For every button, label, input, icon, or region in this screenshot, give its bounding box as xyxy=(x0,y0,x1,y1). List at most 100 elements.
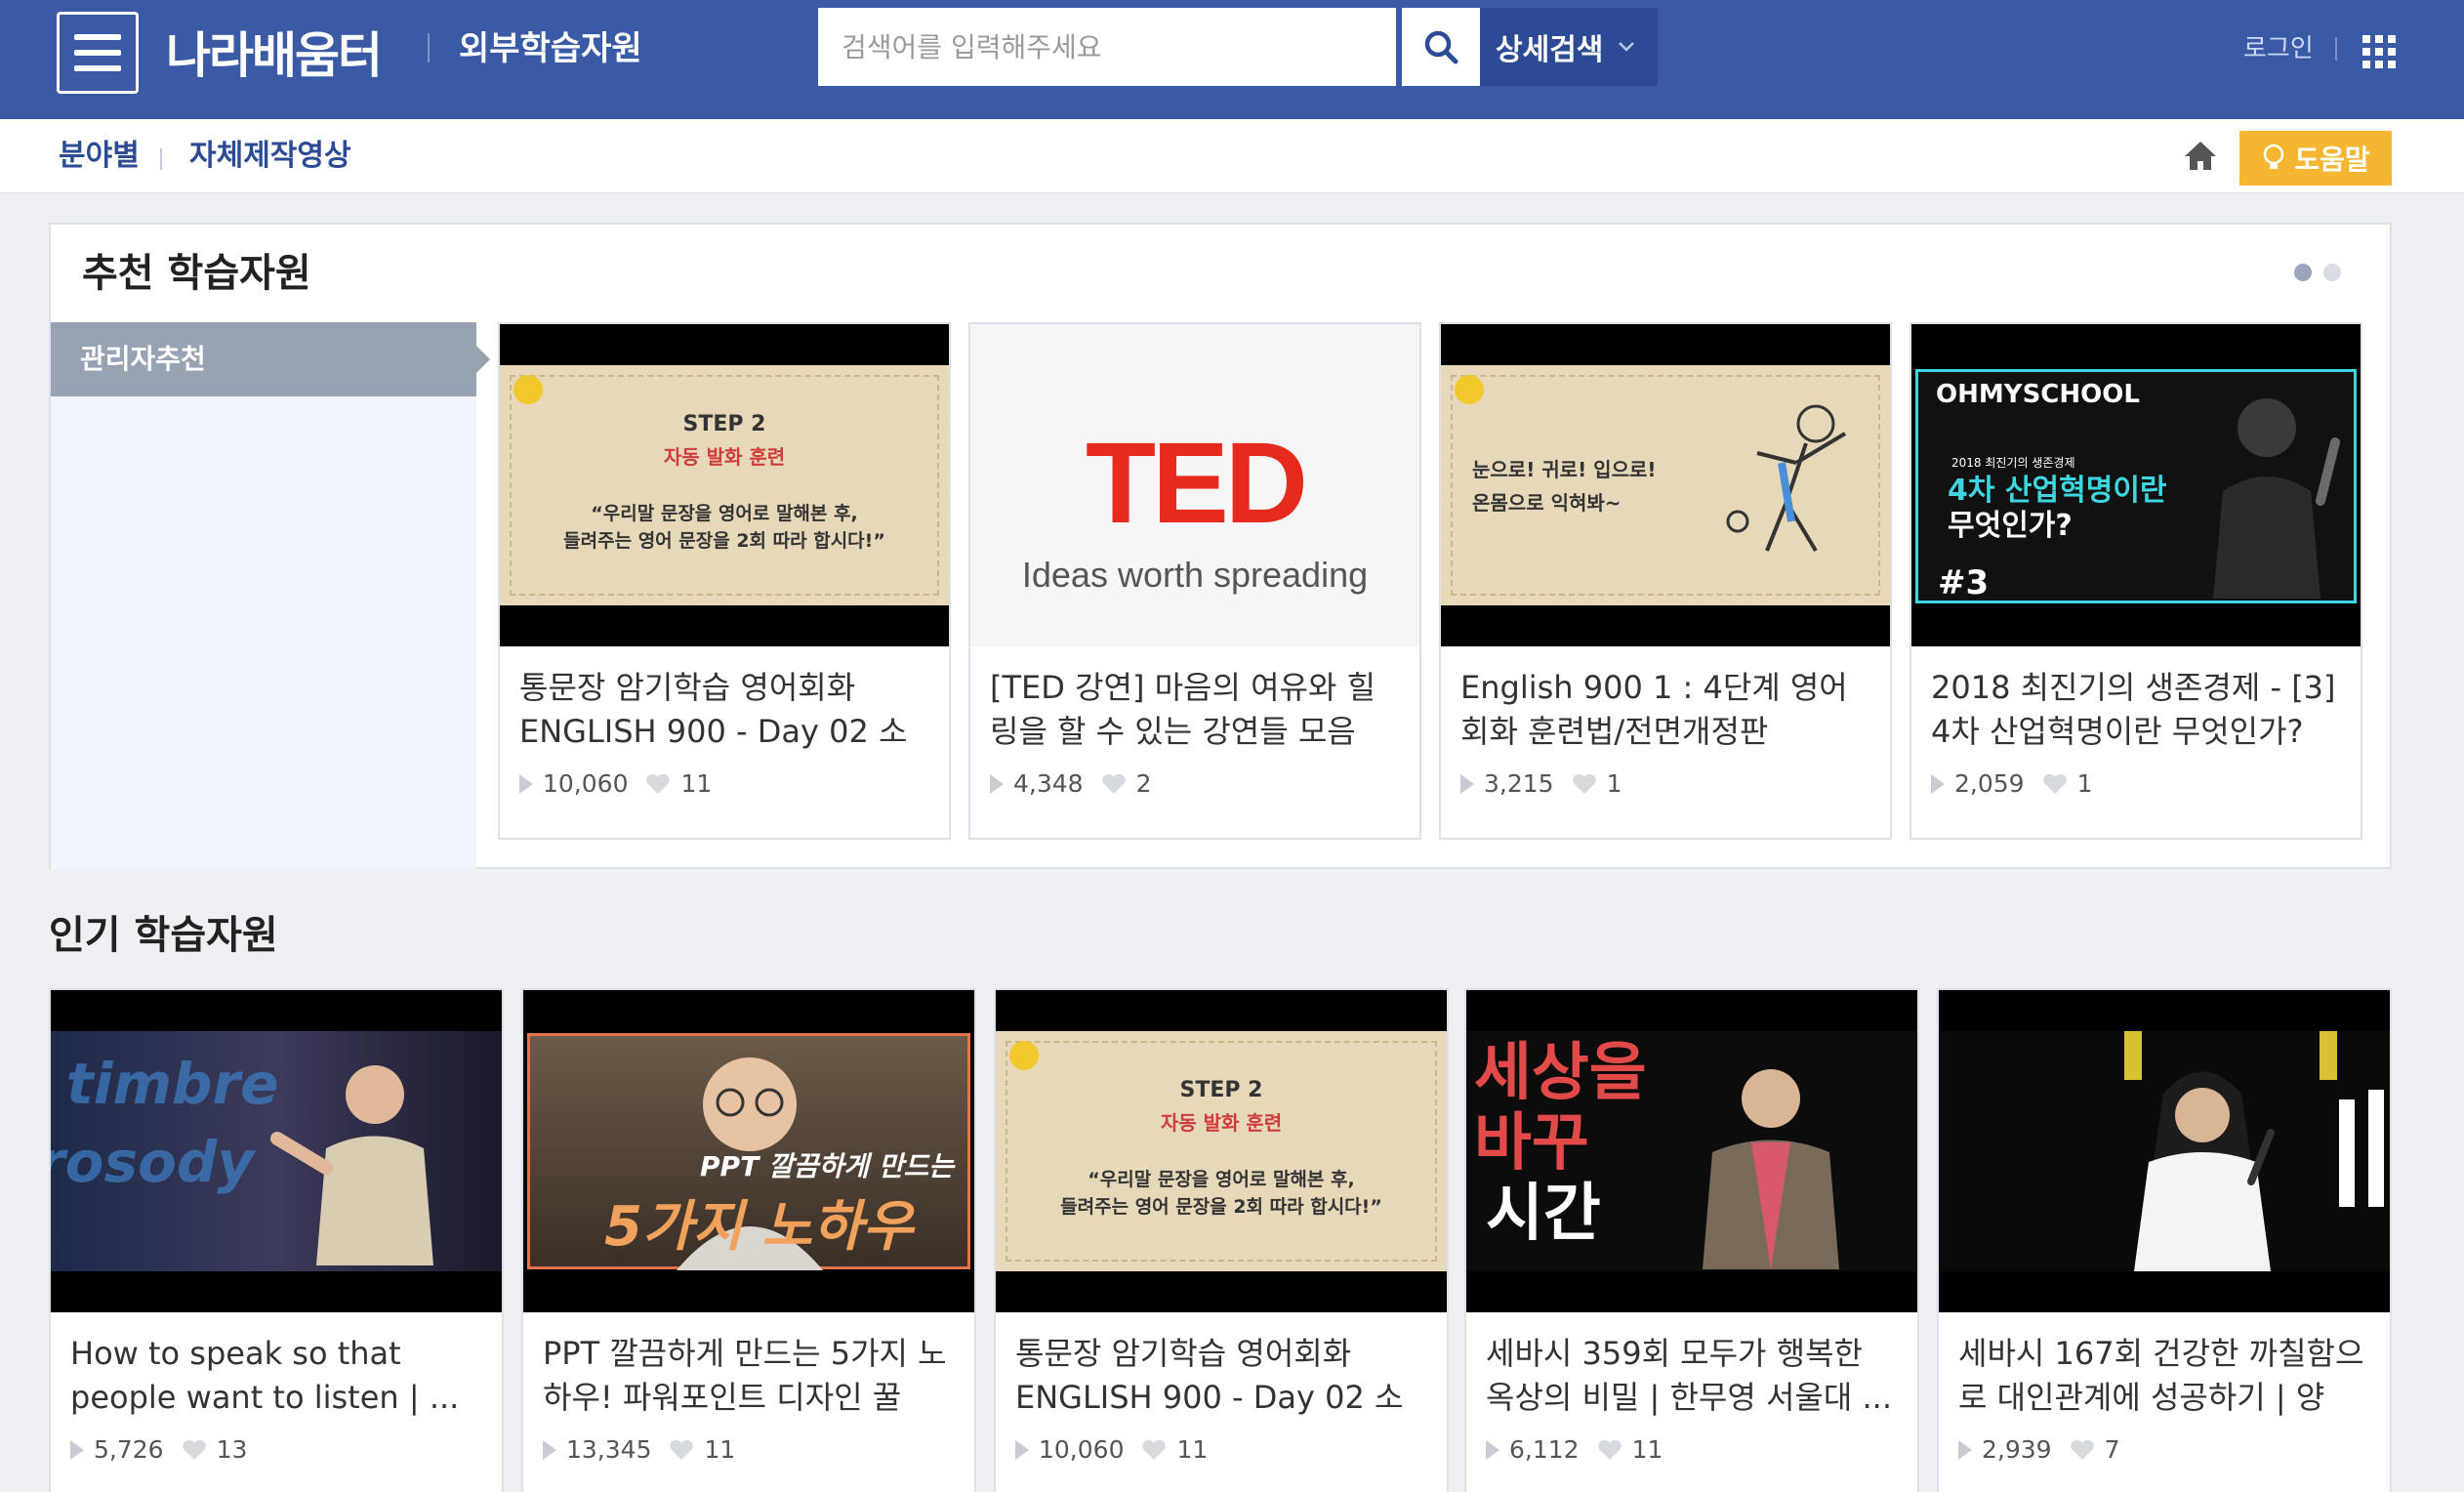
video-title[interactable]: 통문장 암기학습 영어회화 ENGLISH 900 - Day 02 소개... xyxy=(1015,1332,1427,1422)
subnav-item-by-field[interactable]: 분야별 xyxy=(59,137,140,176)
play-icon xyxy=(543,1439,556,1460)
video-title[interactable]: 세바시 359회 모두가 행복한 옥상의 비밀 | 한무영 서울대 ... xyxy=(1486,1332,1898,1422)
advanced-search-label: 상세검색 xyxy=(1496,33,1604,67)
video-card[interactable]: 눈으로! 귀로! 입으로! 온몸으로 익혀봐~ English 900 1 : 4… xyxy=(1439,322,1892,840)
help-label: 도움말 xyxy=(2294,144,2370,176)
view-count: 6,112 xyxy=(1509,1435,1580,1464)
thumb-text: #3 xyxy=(1938,563,1990,602)
site-logo[interactable]: 나라배움터 xyxy=(166,8,383,96)
like-count: 2 xyxy=(1135,769,1152,798)
advanced-search-button[interactable]: 상세검색 xyxy=(1480,8,1658,86)
speaker-silhouette xyxy=(270,1065,433,1265)
thumb-text: 바꾸 xyxy=(1474,1107,1589,1180)
speaker-silhouette xyxy=(2134,1071,2275,1271)
login-divider xyxy=(2335,37,2337,61)
thumb-text: “우리말 문장을 영어로 말해본 후, 들려주는 영어 문장을 2회 따라 합시다… xyxy=(1060,1169,1382,1218)
sub-navigation: 분야별 자체제작영상 도움말 xyxy=(0,119,2464,193)
view-count: 5,726 xyxy=(94,1435,164,1464)
thumb-text: 시간 xyxy=(1486,1178,1601,1250)
video-card[interactable]: 세바시 167회 건강한 까칠함으로 대인관계에 성공하기 | 양창... 2,… xyxy=(1937,988,2392,1492)
video-thumbnail[interactable]: 눈으로! 귀로! 입으로! 온몸으로 익혀봐~ xyxy=(1441,324,1890,646)
logo-divider xyxy=(428,33,430,62)
video-card[interactable]: STEP 2 자동 발화 훈련 “우리말 문장을 영어로 말해본 후, 들려주는 … xyxy=(994,988,1449,1492)
search-button[interactable] xyxy=(1402,8,1480,86)
chevron-down-icon xyxy=(1619,42,1635,52)
speaker-silhouette xyxy=(2213,398,2340,599)
view-count: 3,215 xyxy=(1484,769,1554,798)
video-thumbnail[interactable]: 세상을 바꾸 시간 xyxy=(1466,990,1917,1312)
video-card[interactable]: TED Ideas worth spreading [TED 강연] 마음의 여… xyxy=(968,322,1421,840)
video-card[interactable]: timbre rosody How to speak so that peopl… xyxy=(49,988,504,1492)
thumb-text: STEP 2 xyxy=(1179,1078,1263,1102)
home-icon xyxy=(2185,142,2216,170)
heart-icon xyxy=(1597,1439,1622,1460)
like-count: 1 xyxy=(1606,769,1622,798)
subnav-item-own-videos[interactable]: 자체제작영상 xyxy=(189,137,351,176)
video-title[interactable]: PPT 깔끔하게 만드는 5가지 노하우! 파워포인트 디자인 꿀팁... xyxy=(543,1332,955,1422)
video-thumbnail[interactable]: PPT 깔끔하게 만드는 5가지 노하우 xyxy=(523,990,974,1312)
heart-icon xyxy=(670,1439,694,1460)
thumb-text: Ideas worth spreading xyxy=(1021,555,1369,595)
view-count: 2,059 xyxy=(1954,769,2025,798)
search-input[interactable] xyxy=(818,8,1396,86)
top-header: 나라배움터 외부학습자원 상세검색 로그인 xyxy=(0,0,2464,119)
home-button[interactable] xyxy=(2181,137,2220,176)
video-title[interactable]: 2018 최진기의 생존경제 - [3] 4차 산업혁명이란 무엇인가? xyxy=(1931,666,2341,756)
video-stats: 5,726 13 xyxy=(70,1435,247,1464)
video-card[interactable]: 세상을 바꾸 시간 세바시 359회 모두가 행복한 옥상의 비밀 | 한무영 … xyxy=(1464,988,1919,1492)
play-icon xyxy=(519,773,533,794)
thumb-text: rosody xyxy=(51,1129,255,1195)
english900-badge-icon xyxy=(513,375,543,404)
video-thumbnail[interactable]: OHMYSCHOOL 2018 최진기의 생존경제 4차 산업혁명이란 무엇인가… xyxy=(1911,324,2361,646)
heart-icon xyxy=(2070,1439,2094,1460)
like-count: 13 xyxy=(216,1435,248,1464)
tab-admin-recommended[interactable]: 관리자추천 xyxy=(51,322,490,396)
apps-grid-icon[interactable] xyxy=(2362,35,2396,68)
english900-badge-icon xyxy=(1009,1041,1039,1070)
like-count: 11 xyxy=(704,1435,736,1464)
video-title[interactable]: [TED 강연] 마음의 여유와 힐링을 할 수 있는 강연들 모음 xyxy=(990,666,1400,756)
login-link[interactable]: 로그인 xyxy=(2243,31,2314,66)
video-stats: 3,215 1 xyxy=(1460,769,1622,798)
thumb-text: STEP 2 xyxy=(682,412,766,436)
play-icon xyxy=(990,773,1004,794)
ted-logo: TED xyxy=(1086,419,1308,548)
play-icon xyxy=(1486,1439,1499,1460)
video-title[interactable]: 세바시 167회 건강한 까칠함으로 대인관계에 성공하기 | 양창... xyxy=(1958,1332,2370,1422)
video-title[interactable]: 통문장 암기학습 영어회화 ENGLISH 900 - Day 02 소개... xyxy=(519,666,929,756)
video-thumbnail[interactable]: timbre rosody xyxy=(51,990,502,1312)
video-card[interactable]: OHMYSCHOOL 2018 최진기의 생존경제 4차 산업혁명이란 무엇인가… xyxy=(1910,322,2362,840)
carousel-dot-1[interactable] xyxy=(2294,264,2312,281)
recommended-title: 추천 학습자원 xyxy=(82,251,311,296)
like-count: 11 xyxy=(1176,1435,1209,1464)
heart-icon xyxy=(182,1439,206,1460)
video-stats: 6,112 11 xyxy=(1486,1435,1663,1464)
video-card[interactable]: STEP 2 자동 발화 훈련 “우리말 문장을 영어로 말해본 후, 들려주는 … xyxy=(498,322,951,840)
thumb-text: 4차 산업혁명이란 xyxy=(1948,474,2167,508)
menu-hamburger-button[interactable] xyxy=(57,12,139,94)
view-count: 4,348 xyxy=(1013,769,1084,798)
video-thumbnail[interactable]: STEP 2 자동 발화 훈련 “우리말 문장을 영어로 말해본 후, 들려주는 … xyxy=(500,324,949,646)
view-count: 10,060 xyxy=(1039,1435,1125,1464)
video-card[interactable]: PPT 깔끔하게 만드는 5가지 노하우 PPT 깔끔하게 만드는 5가지 노하… xyxy=(521,988,976,1492)
section-title[interactable]: 외부학습자원 xyxy=(459,25,642,72)
lightbulb-icon xyxy=(2264,144,2284,169)
carousel-dots xyxy=(2294,264,2341,281)
video-thumbnail[interactable]: STEP 2 자동 발화 훈련 “우리말 문장을 영어로 말해본 후, 들려주는 … xyxy=(996,990,1447,1312)
thumb-text: 2018 최진기의 생존경제 xyxy=(1951,456,2075,470)
video-title[interactable]: How to speak so that people want to list… xyxy=(70,1332,482,1422)
video-thumbnail[interactable]: TED Ideas worth spreading xyxy=(970,324,1419,646)
heart-icon xyxy=(1142,1439,1167,1460)
video-thumbnail[interactable] xyxy=(1939,990,2390,1312)
view-count: 2,939 xyxy=(1982,1435,2052,1464)
video-stats: 2,059 1 xyxy=(1931,769,2092,798)
carousel-dot-2[interactable] xyxy=(2323,264,2341,281)
thumb-text: 세상을 xyxy=(1474,1037,1647,1109)
video-stats: 10,060 11 xyxy=(1015,1435,1208,1464)
video-title[interactable]: English 900 1 : 4단계 영어회화 훈련법/전면개정판 xyxy=(1460,666,1870,756)
help-button[interactable]: 도움말 xyxy=(2239,131,2392,186)
like-count: 1 xyxy=(2076,769,2093,798)
thumb-text: timbre xyxy=(66,1051,279,1117)
play-icon xyxy=(1460,773,1474,794)
speaker-silhouette xyxy=(1703,1069,1839,1269)
